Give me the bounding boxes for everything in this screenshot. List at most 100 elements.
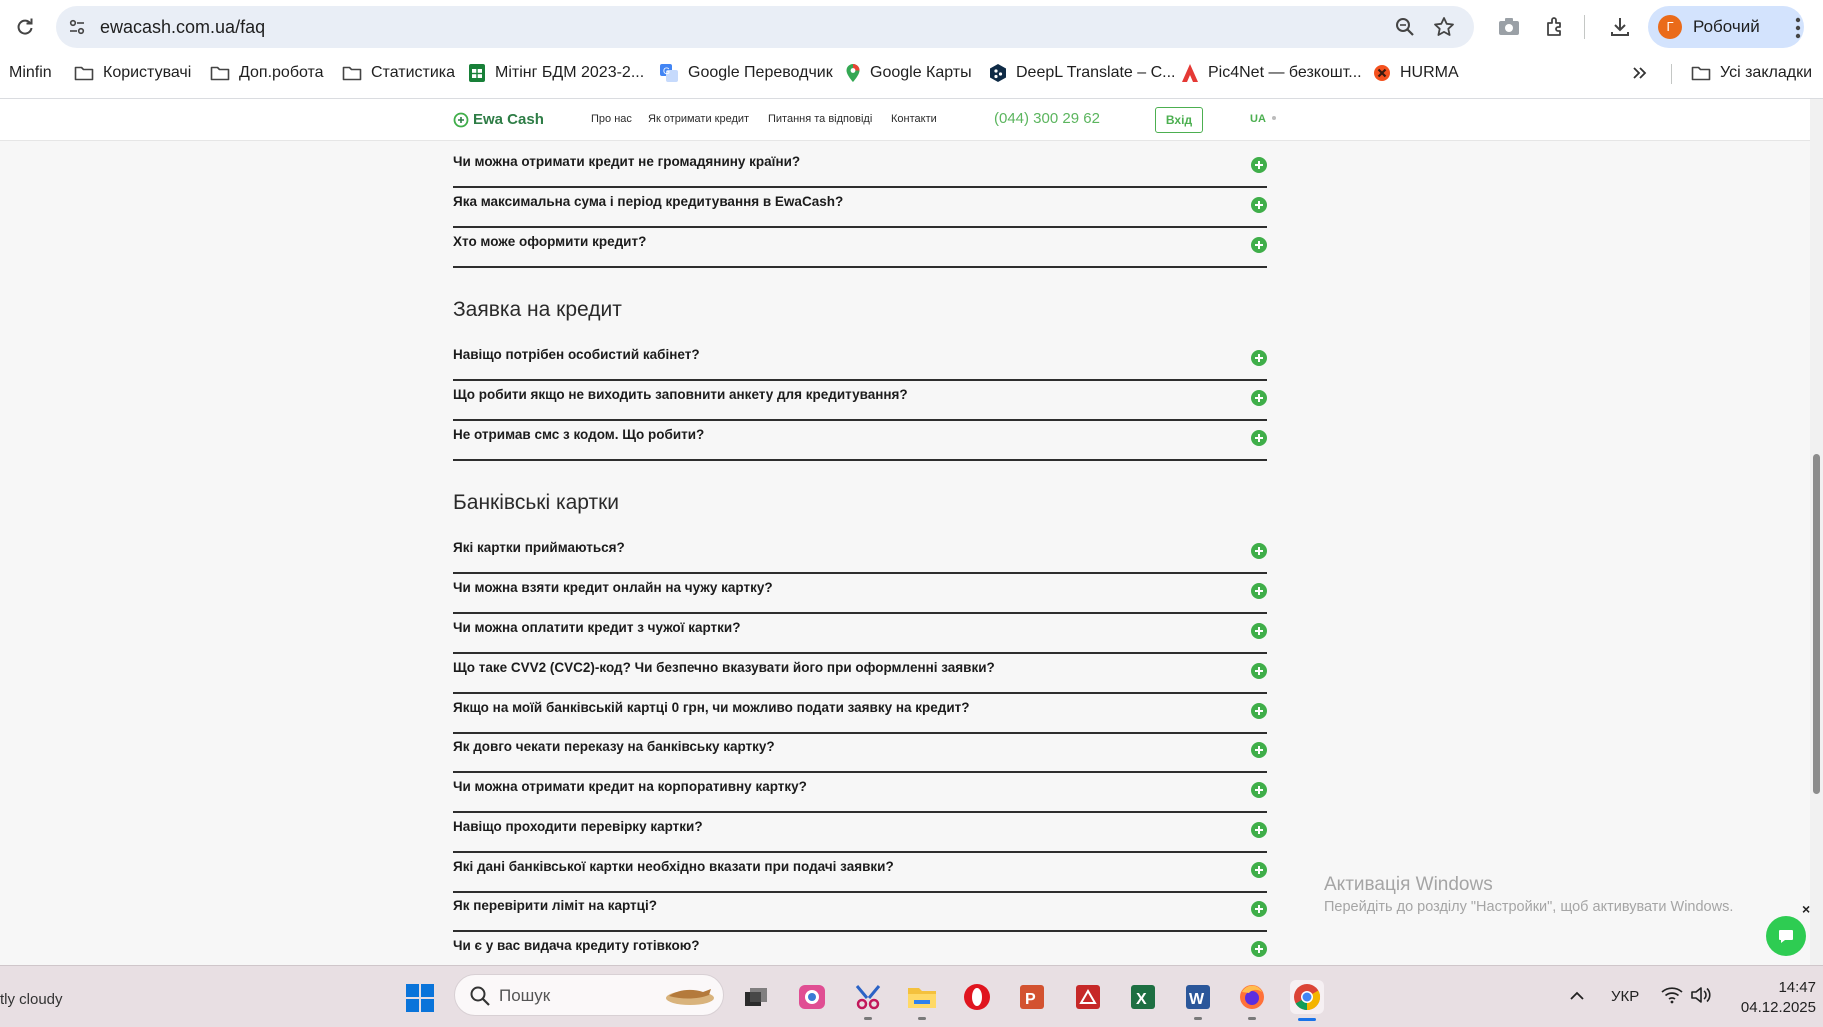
expand-plus-icon[interactable] bbox=[1251, 237, 1267, 253]
wifi-icon[interactable] bbox=[1661, 986, 1683, 1004]
expand-plus-icon[interactable] bbox=[1251, 782, 1267, 798]
nav-faq[interactable]: Питання та відповіді bbox=[768, 113, 872, 125]
faq-item[interactable]: Не отримав смс з кодом. Що робити? bbox=[453, 421, 1267, 461]
bookmarks-bar: Minfin Користувачі Доп.робота Статистика… bbox=[0, 56, 1823, 88]
expand-plus-icon[interactable] bbox=[1251, 822, 1267, 838]
expand-plus-icon[interactable] bbox=[1251, 742, 1267, 758]
downloads-icon[interactable] bbox=[1606, 13, 1634, 41]
firefox-icon[interactable] bbox=[1235, 980, 1269, 1020]
expand-plus-icon[interactable] bbox=[1251, 663, 1267, 679]
word-icon[interactable]: W bbox=[1181, 980, 1215, 1020]
faq-item[interactable]: Яка максимальна сума і період кредитуван… bbox=[453, 188, 1267, 228]
expand-plus-icon[interactable] bbox=[1251, 623, 1267, 639]
bookmark-folder-extra-work[interactable]: Доп.робота bbox=[210, 61, 324, 85]
bookmark-all-bookmarks[interactable]: Усі закладки bbox=[1691, 61, 1812, 85]
expand-plus-icon[interactable] bbox=[1251, 350, 1267, 366]
faq-item[interactable]: Чи можна отримати кредит на корпоративну… bbox=[453, 773, 1267, 813]
photos-app-icon[interactable] bbox=[795, 980, 829, 1014]
chrome-icon[interactable] bbox=[1290, 980, 1324, 1021]
faq-item[interactable]: Які дані банківської картки необхідно вк… bbox=[453, 853, 1267, 893]
faq-question: Які картки приймаються? bbox=[453, 540, 625, 555]
expand-plus-icon[interactable] bbox=[1251, 157, 1267, 173]
bookmark-google-maps[interactable]: Google Карты bbox=[845, 61, 972, 85]
phone-number[interactable]: (044) 300 29 62 bbox=[994, 110, 1100, 127]
bookmark-minfin[interactable]: Minfin bbox=[9, 61, 52, 85]
bookmark-star-icon[interactable] bbox=[1432, 15, 1456, 39]
expand-plus-icon[interactable] bbox=[1251, 430, 1267, 446]
expand-plus-icon[interactable] bbox=[1251, 901, 1267, 917]
reload-icon[interactable] bbox=[10, 12, 40, 42]
bookmark-pic4net[interactable]: Pic4Net — безкошт... bbox=[1181, 61, 1362, 85]
faq-item[interactable]: Що таке CVV2 (CVC2)-код? Чи безпечно вка… bbox=[453, 654, 1267, 694]
volume-icon[interactable] bbox=[1690, 986, 1712, 1004]
bookmark-google-translate[interactable]: G Google Переводчик bbox=[659, 61, 833, 85]
tray-overflow-chevron-icon[interactable] bbox=[1568, 988, 1586, 1004]
expand-plus-icon[interactable] bbox=[1251, 197, 1267, 213]
expand-plus-icon[interactable] bbox=[1251, 941, 1267, 957]
bookmarks-overflow-icon[interactable] bbox=[1632, 61, 1648, 85]
address-bar[interactable]: ewacash.com.ua/faq bbox=[56, 6, 1474, 48]
page-scrollbar[interactable] bbox=[1810, 99, 1823, 965]
bookmark-hurma[interactable]: HURMA bbox=[1373, 61, 1459, 85]
faq-item[interactable]: Чи можна отримати кредит не громадянину … bbox=[453, 148, 1267, 188]
expand-plus-icon[interactable] bbox=[1251, 862, 1267, 878]
windows-start-icon[interactable] bbox=[405, 983, 435, 1013]
faq-item[interactable]: Якщо на моїй банківській картці 0 грн, ч… bbox=[453, 694, 1267, 734]
bookmark-deepl[interactable]: DeepL Translate – C... bbox=[989, 61, 1176, 85]
bookmark-folder-statistics[interactable]: Статистика bbox=[342, 61, 455, 85]
nav-how-to-get-credit[interactable]: Як отримати кредит bbox=[648, 113, 749, 125]
extensions-icon[interactable] bbox=[1541, 13, 1569, 41]
camera-icon[interactable] bbox=[1495, 13, 1523, 41]
keyboard-language[interactable]: УКР bbox=[1611, 988, 1639, 1005]
faq-item[interactable]: Навіщо потрібен особистий кабінет? bbox=[453, 341, 1267, 381]
faq-item[interactable]: Чи можна оплатити кредит з чужої картки? bbox=[453, 614, 1267, 654]
language-dropdown-icon[interactable] bbox=[1272, 116, 1276, 120]
faq-question: Якщо на моїй банківській картці 0 грн, ч… bbox=[453, 700, 970, 715]
site-info-icon[interactable] bbox=[64, 14, 90, 40]
zoom-icon[interactable] bbox=[1394, 16, 1416, 38]
faq-item[interactable]: Що робити якщо не виходить заповнити анк… bbox=[453, 381, 1267, 421]
faq-question: Яка максимальна сума і період кредитуван… bbox=[453, 194, 844, 209]
clock-time[interactable]: 14:47 bbox=[1760, 979, 1816, 996]
faq-question: Що робити якщо не виходить заповнити анк… bbox=[453, 387, 908, 402]
faq-item[interactable]: Навіщо проходити перевірку картки? bbox=[453, 813, 1267, 853]
faq-question: Чи можна отримати кредит не громадянину … bbox=[453, 154, 801, 169]
opera-browser-icon[interactable] bbox=[960, 980, 994, 1014]
task-view-icon[interactable] bbox=[739, 980, 773, 1014]
faq-item[interactable]: Хто може оформити кредит? bbox=[453, 228, 1267, 268]
faq-item[interactable]: Які картки приймаються? bbox=[453, 534, 1267, 574]
faq-item[interactable]: Чи є у вас видача кредиту готівкою? bbox=[453, 932, 1267, 965]
bookmark-meeting-sheet[interactable]: Мітінг БДМ 2023-2... bbox=[468, 61, 644, 85]
faq-item[interactable]: Чи можна взяти кредит онлайн на чужу кар… bbox=[453, 574, 1267, 614]
expand-plus-icon[interactable] bbox=[1251, 703, 1267, 719]
nav-about[interactable]: Про нас bbox=[591, 113, 632, 125]
bookmark-folder-users[interactable]: Користувачі bbox=[74, 61, 191, 85]
site-logo[interactable]: Ewa Cash bbox=[453, 111, 544, 128]
url-text[interactable]: ewacash.com.ua/faq bbox=[100, 17, 265, 38]
more-menu-icon[interactable] bbox=[1785, 14, 1811, 42]
language-switch[interactable]: UA bbox=[1250, 113, 1266, 125]
bookmarks-divider bbox=[1671, 64, 1672, 84]
expand-plus-icon[interactable] bbox=[1251, 583, 1267, 599]
clock-date[interactable]: 04.12.2025 bbox=[1727, 999, 1816, 1016]
faq-item[interactable]: Як довго чекати переказу на банківську к… bbox=[453, 733, 1267, 773]
avatar: Г bbox=[1658, 15, 1682, 39]
nav-contacts[interactable]: Контакти bbox=[891, 113, 937, 125]
weather-widget[interactable]: tly cloudy bbox=[0, 991, 63, 1008]
faq-item[interactable]: Як перевірити ліміт на картці? bbox=[453, 892, 1267, 932]
snipping-tool-icon[interactable] bbox=[851, 980, 885, 1020]
pdf-reader-icon[interactable] bbox=[1071, 980, 1105, 1014]
profile-button[interactable]: Г Робочий bbox=[1648, 6, 1804, 48]
scrollbar-thumb[interactable] bbox=[1813, 454, 1820, 794]
chat-close-icon[interactable]: × bbox=[1802, 901, 1810, 917]
taskbar-search[interactable]: Пошук bbox=[454, 974, 724, 1016]
running-indicator bbox=[1194, 1017, 1202, 1020]
powerpoint-icon[interactable]: P bbox=[1015, 980, 1049, 1014]
file-explorer-icon[interactable] bbox=[905, 980, 939, 1020]
expand-plus-icon[interactable] bbox=[1251, 390, 1267, 406]
bookmark-label: HURMA bbox=[1400, 64, 1459, 81]
expand-plus-icon[interactable] bbox=[1251, 543, 1267, 559]
login-button[interactable]: Вхід bbox=[1155, 107, 1203, 133]
excel-icon[interactable]: X bbox=[1126, 980, 1160, 1014]
chat-widget-button[interactable] bbox=[1766, 916, 1806, 956]
